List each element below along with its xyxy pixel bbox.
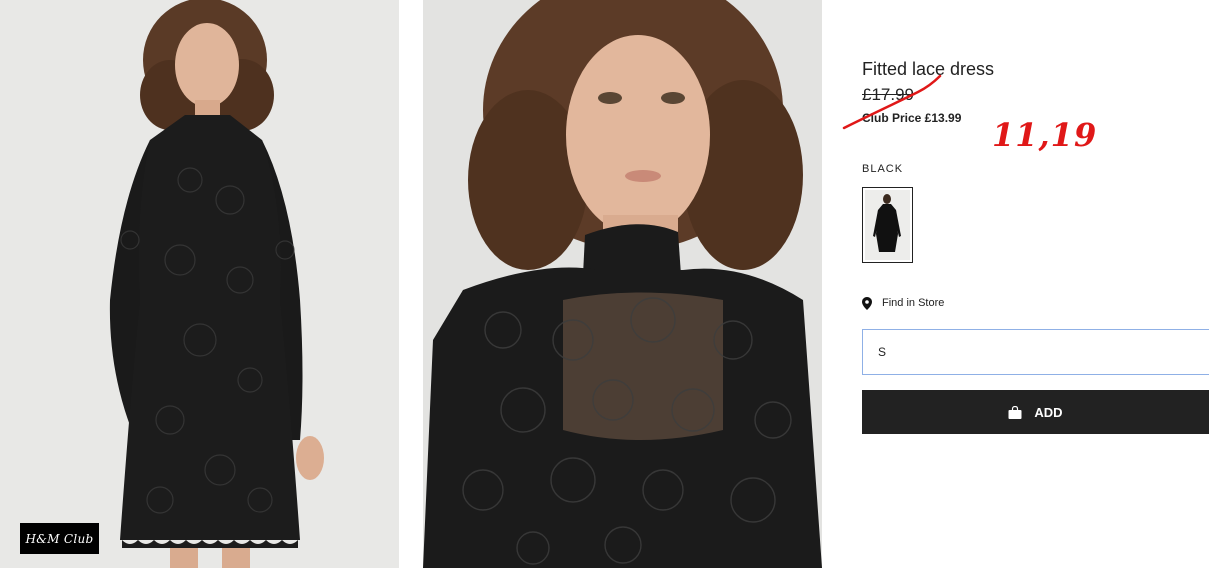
- product-image-full[interactable]: H&M Club: [0, 0, 399, 568]
- location-pin-icon: [862, 296, 872, 310]
- product-price: £17.99: [862, 85, 914, 104]
- swatch-thumbnail: [865, 190, 910, 260]
- find-in-store-label: Find in Store: [882, 297, 945, 309]
- model-full-illustration: [0, 0, 399, 568]
- find-in-store-link[interactable]: Find in Store: [862, 295, 944, 311]
- club-badge: H&M Club: [20, 523, 99, 554]
- club-price: Club Price £13.99: [862, 111, 962, 125]
- color-label: BLACK: [862, 163, 904, 175]
- product-title: Fitted lace dress: [862, 59, 995, 79]
- add-button-label: ADD: [1034, 404, 1063, 420]
- color-swatch-black[interactable]: [862, 187, 913, 263]
- size-select-value: S: [878, 345, 887, 359]
- handwritten-price-annotation: 11,19: [992, 116, 1098, 154]
- model-closeup-illustration: [423, 0, 822, 568]
- shopping-bag-icon: [1008, 405, 1022, 419]
- add-to-bag-button[interactable]: ADD: [862, 390, 1209, 434]
- club-badge-label: H&M Club: [25, 531, 94, 546]
- product-info-panel: Fitted lace dress £17.99 Club Price £13.…: [862, 0, 1209, 568]
- size-select[interactable]: S: [862, 329, 1209, 375]
- dress-thumbnail-icon: [865, 190, 910, 260]
- product-image-closeup[interactable]: [423, 0, 822, 568]
